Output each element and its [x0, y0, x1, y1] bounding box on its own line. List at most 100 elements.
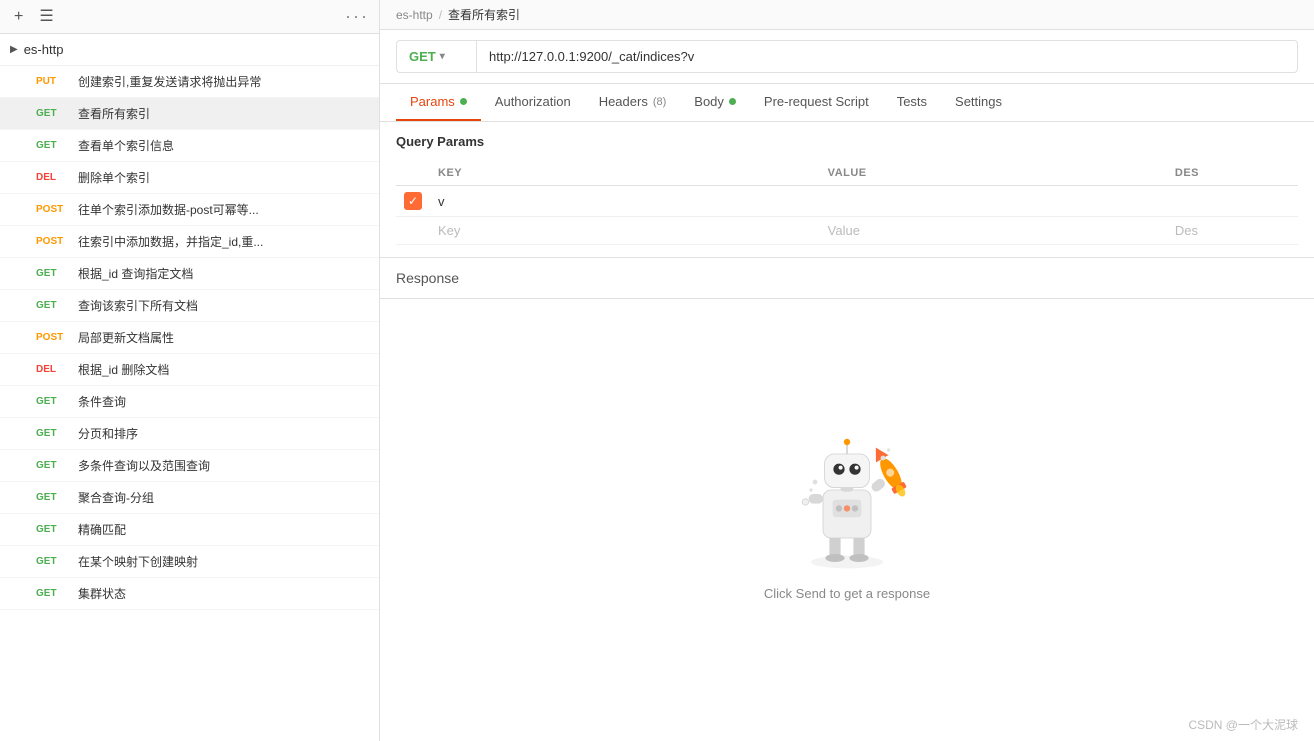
params-placeholder-value[interactable]: Value [820, 217, 1167, 245]
sidebar-item-11[interactable]: GET 分页和排序 [0, 418, 379, 450]
tab-dot-params [460, 98, 467, 105]
tab-label-params: Params [410, 94, 455, 109]
params-placeholder-checkbox [396, 217, 430, 245]
method-badge: GET [36, 524, 70, 535]
method-badge: GET [36, 588, 70, 599]
method-select[interactable]: GET ▾ [396, 40, 476, 73]
nav-item-label: 局部更新文档属性 [78, 329, 174, 346]
sidebar-item-3[interactable]: DEL 删除单个索引 [0, 162, 379, 194]
nav-item-label: 精确匹配 [78, 521, 126, 538]
tab-label-authorization: Authorization [495, 94, 571, 109]
method-badge: POST [36, 236, 70, 247]
sidebar-item-2[interactable]: GET 查看单个索引信息 [0, 130, 379, 162]
breadcrumb-collection: es-http [396, 8, 433, 22]
sidebar-item-13[interactable]: GET 聚合查询-分组 [0, 482, 379, 514]
method-badge: GET [36, 108, 70, 119]
tab-settings[interactable]: Settings [941, 84, 1016, 121]
tab-body[interactable]: Body [680, 84, 750, 121]
collection-header[interactable]: ▶ es-http [0, 34, 379, 66]
footer-credit: CSDN @一个大泥球 [380, 712, 1314, 741]
method-badge: GET [36, 396, 70, 407]
sidebar-item-16[interactable]: GET 集群状态 [0, 578, 379, 610]
nav-item-label: 查询该索引下所有文档 [78, 297, 198, 314]
nav-item-label: 创建索引,重复发送请求将抛出异常 [78, 73, 261, 90]
sidebar-item-14[interactable]: GET 精确匹配 [0, 514, 379, 546]
params-row-0: ✓ v [396, 186, 1298, 217]
add-button[interactable]: + [10, 7, 27, 27]
tab-params[interactable]: Params [396, 84, 481, 121]
sidebar-header: + ☰ ··· [0, 0, 379, 34]
robot-illustration [767, 410, 927, 570]
tab-label-tests: Tests [897, 94, 927, 109]
url-input[interactable] [476, 40, 1298, 73]
nav-item-label: 分页和排序 [78, 425, 138, 442]
nav-item-label: 聚合查询-分组 [78, 489, 154, 506]
sidebar-item-8[interactable]: POST 局部更新文档属性 [0, 322, 379, 354]
method-badge: POST [36, 204, 70, 215]
sidebar-item-15[interactable]: GET在某个映射下创建映射 [0, 546, 379, 578]
sidebar-item-7[interactable]: GET 查询该索引下所有文档 [0, 290, 379, 322]
params-checkbox-0[interactable]: ✓ [396, 186, 430, 217]
method-badge: PUT [36, 76, 70, 87]
tab-authorization[interactable]: Authorization [481, 84, 585, 121]
nav-item-label: 往索引中添加数据，并指定_id,重... [78, 233, 263, 250]
filter-button[interactable]: ☰ [35, 7, 57, 27]
sidebar-header-left: + ☰ [10, 7, 58, 27]
col-header-key: KEY [430, 161, 820, 186]
tab-badge-headers: (8) [653, 96, 666, 108]
params-desc-0[interactable] [1167, 186, 1298, 217]
params-value-0[interactable] [820, 186, 1167, 217]
sidebar-item-10[interactable]: GET 条件查询 [0, 386, 379, 418]
nav-item-label: 集群状态 [78, 585, 126, 602]
nav-item-label: 根据_id 删除文档 [78, 361, 169, 378]
sidebar-item-4[interactable]: POST往单个索引添加数据-post可幂等... [0, 194, 379, 226]
nav-item-label: 多条件查询以及范围查询 [78, 457, 210, 474]
sidebar-item-1[interactable]: GET 查看所有索引 [0, 98, 379, 130]
col-header-value: VALUE [820, 161, 1167, 186]
params-placeholder-key[interactable]: Key [430, 217, 820, 245]
sidebar-item-6[interactable]: GET根据_id 查询指定文档 [0, 258, 379, 290]
method-badge: GET [36, 492, 70, 503]
sidebar-item-5[interactable]: POST 往索引中添加数据，并指定_id,重... [0, 226, 379, 258]
method-chevron-icon: ▾ [440, 51, 445, 62]
col-header-desc: DES [1167, 161, 1298, 186]
params-placeholder-desc[interactable]: Des [1167, 217, 1298, 245]
sidebar: + ☰ ··· ▶ es-http PUT 创建索引,重复发送请求将抛出异常 GET… [0, 0, 380, 741]
method-badge: GET [36, 300, 70, 311]
method-badge: POST [36, 332, 70, 343]
tab-label-headers: Headers [599, 94, 648, 109]
tab-pre-request[interactable]: Pre-request Script [750, 84, 883, 121]
nav-item-label: 查看所有索引 [78, 105, 150, 122]
params-table: KEY VALUE DES ✓ v Key Value Des [396, 161, 1298, 245]
breadcrumb: es-http / 查看所有索引 [380, 0, 1314, 30]
checkbox-checked-icon[interactable]: ✓ [404, 192, 422, 210]
method-badge: GET [36, 556, 70, 567]
params-key-0[interactable]: v [430, 186, 820, 217]
nav-item-label: 条件查询 [78, 393, 126, 410]
params-section-title: Query Params [396, 134, 1298, 149]
nav-item-label: 删除单个索引 [78, 169, 150, 186]
nav-items-list: PUT 创建索引,重复发送请求将抛出异常 GET 查看所有索引 GET 查看单个索引信息 D… [0, 66, 379, 610]
main-content: es-http / 查看所有索引 GET ▾ Params Authorizati… [380, 0, 1314, 741]
tab-label-settings: Settings [955, 94, 1002, 109]
method-badge: GET [36, 428, 70, 439]
params-placeholder-row: Key Value Des [396, 217, 1298, 245]
nav-item-label: 查看单个索引信息 [78, 137, 174, 154]
more-options-icon[interactable]: ··· [345, 6, 369, 27]
method-badge: DEL [36, 172, 70, 183]
tab-headers[interactable]: Headers (8) [585, 84, 681, 121]
tab-label-body: Body [694, 94, 724, 109]
sidebar-item-12[interactable]: GET多条件查询以及范围查询 [0, 450, 379, 482]
response-header-title: Response [380, 258, 1314, 299]
tab-dot-body [729, 98, 736, 105]
method-badge: GET [36, 268, 70, 279]
method-badge: GET [36, 140, 70, 151]
response-body: Click Send to get a response [380, 299, 1314, 712]
sidebar-item-0[interactable]: PUT 创建索引,重复发送请求将抛出异常 [0, 66, 379, 98]
response-section: Response [380, 258, 1314, 741]
method-label: GET [409, 49, 436, 64]
collection-name: es-http [24, 42, 64, 57]
params-section: Query Params KEY VALUE DES ✓ v Key Value… [380, 122, 1314, 258]
tab-tests[interactable]: Tests [883, 84, 941, 121]
sidebar-item-9[interactable]: DEL根据_id 删除文档 [0, 354, 379, 386]
